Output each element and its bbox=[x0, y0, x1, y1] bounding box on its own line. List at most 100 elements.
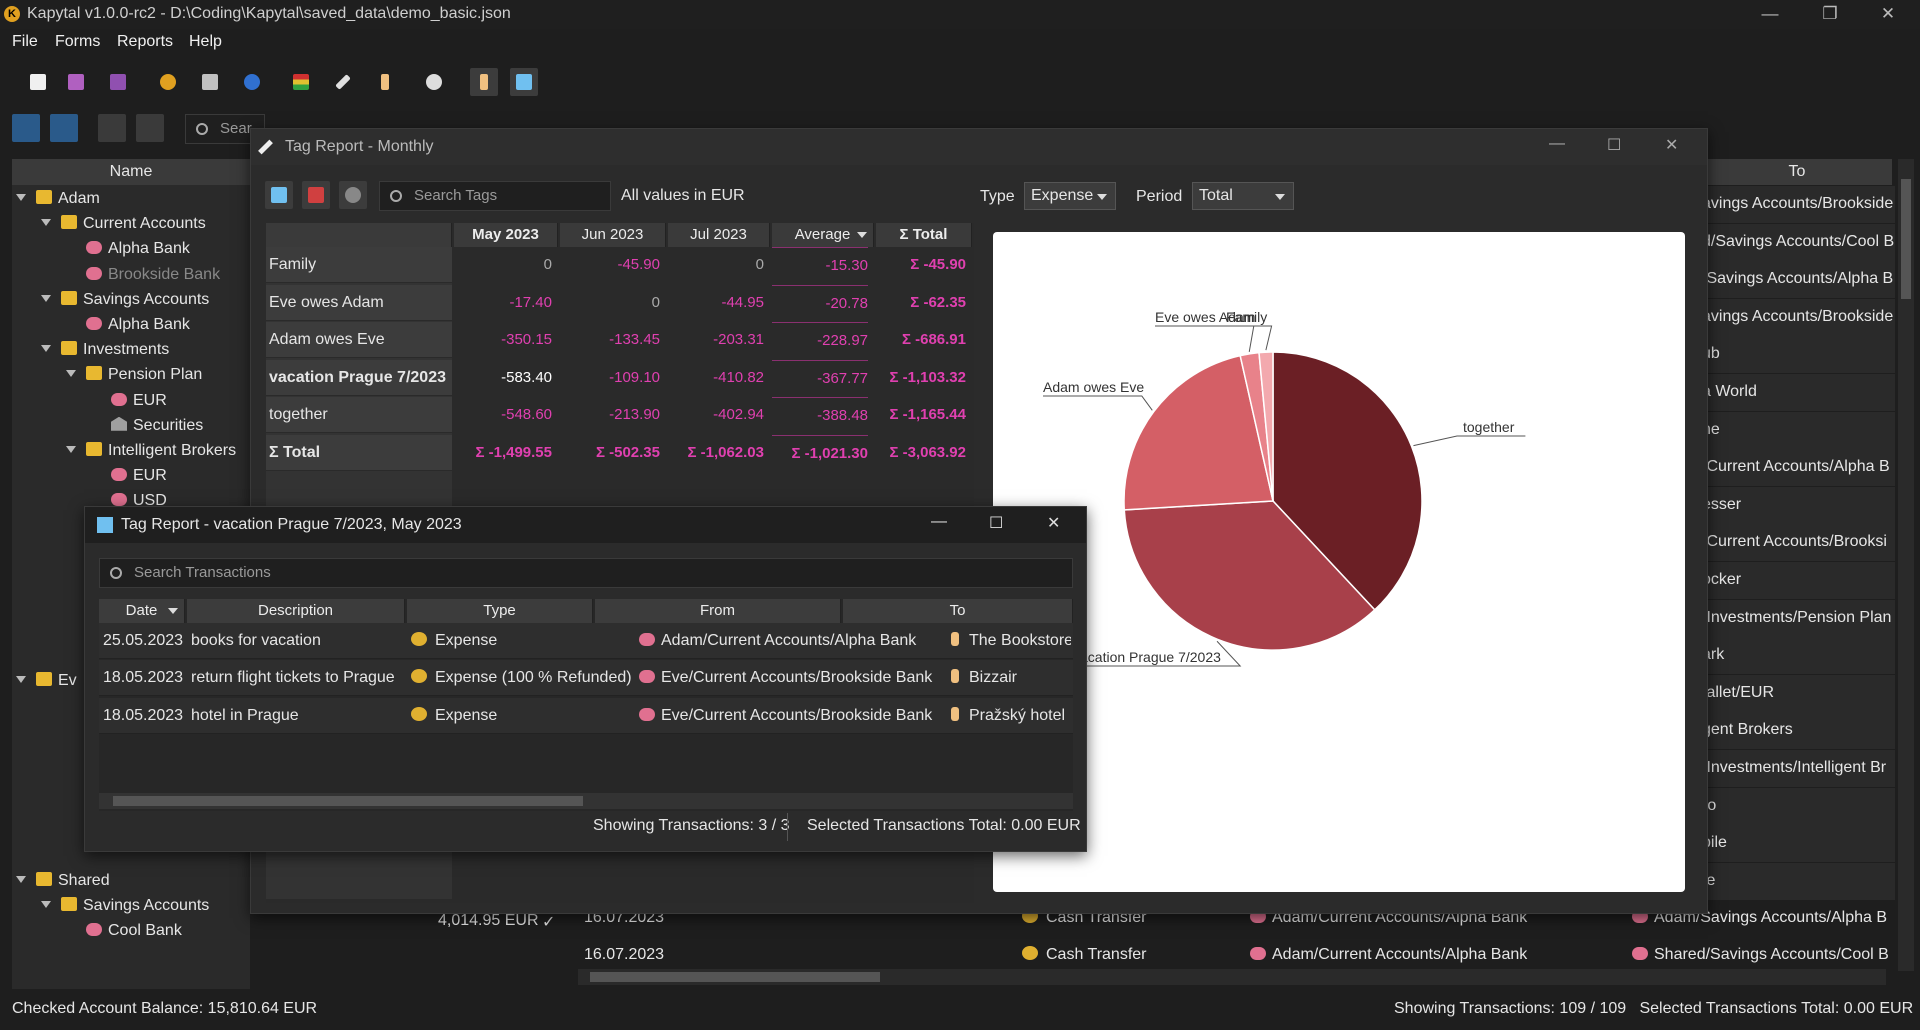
close-icon[interactable]: ✕ bbox=[1047, 513, 1060, 533]
to-cell[interactable]: bile bbox=[1700, 825, 1895, 864]
maximize-icon[interactable]: ☐ bbox=[1607, 135, 1621, 155]
chevron-down-icon[interactable] bbox=[16, 676, 26, 683]
tree-item[interactable]: Shared bbox=[16, 869, 110, 893]
column-header-1[interactable]: Jun 2023 bbox=[560, 223, 666, 247]
detail-col-1[interactable]: Description bbox=[187, 599, 405, 623]
chevron-down-icon[interactable] bbox=[41, 901, 51, 908]
value-cell[interactable]: -15.30 bbox=[772, 247, 868, 283]
sort-down-icon[interactable] bbox=[168, 608, 178, 614]
to-cell[interactable]: ark bbox=[1700, 637, 1895, 676]
value-cell[interactable]: 0 bbox=[668, 247, 764, 283]
value-cell[interactable]: Σ -502.35 bbox=[560, 435, 660, 471]
value-cell[interactable]: -133.45 bbox=[560, 322, 660, 358]
value-cell[interactable]: -44.95 bbox=[668, 285, 764, 321]
tree-item[interactable]: Securities bbox=[91, 414, 203, 438]
chevron-down-icon[interactable] bbox=[41, 219, 51, 227]
value-cell[interactable]: Σ -1,062.03 bbox=[668, 435, 764, 471]
value-cell[interactable]: -109.10 bbox=[560, 360, 660, 396]
person-view-icon[interactable] bbox=[470, 68, 498, 96]
to-cell[interactable]: /Savings Accounts/Alpha B bbox=[1700, 261, 1895, 300]
tree-item[interactable]: EUR bbox=[91, 464, 167, 488]
right-scrollbar[interactable] bbox=[1898, 159, 1914, 971]
tree-item[interactable]: Cool Bank bbox=[66, 919, 182, 943]
chevron-down-icon[interactable] bbox=[41, 345, 51, 353]
sort-down-icon[interactable] bbox=[857, 232, 867, 238]
tag-icon[interactable] bbox=[329, 68, 357, 96]
to-cell[interactable]: Shared/Savings Accounts/Cool B bbox=[1632, 940, 1889, 970]
chevron-down-icon[interactable] bbox=[16, 876, 26, 883]
tree-item[interactable]: Investments bbox=[41, 338, 169, 362]
save-as-icon[interactable] bbox=[104, 68, 132, 96]
tree-item[interactable]: Current Accounts bbox=[41, 212, 206, 236]
to-column-header[interactable]: To bbox=[1702, 159, 1892, 185]
row-header[interactable]: Eve owes Adam bbox=[266, 284, 452, 321]
minimize-icon[interactable]: — bbox=[1750, 4, 1790, 24]
to-cell[interactable]: gent Brokers bbox=[1700, 712, 1895, 751]
value-cell[interactable]: Σ -1,021.30 bbox=[772, 435, 868, 471]
to-cell[interactable]: /Investments/Pension Plan bbox=[1700, 599, 1895, 638]
value-cell[interactable]: -410.82 bbox=[668, 360, 764, 396]
value-cell[interactable]: -548.60 bbox=[454, 397, 552, 433]
value-cell[interactable]: -583.40 bbox=[454, 360, 552, 396]
value-cell[interactable]: 0 bbox=[454, 247, 552, 283]
tree-item[interactable]: Intelligent Brokers bbox=[66, 439, 236, 463]
value-cell[interactable]: -213.90 bbox=[560, 397, 660, 433]
transaction-row[interactable]: 18.05.2023 hotel in Prague Expense Eve/Curr… bbox=[99, 697, 1073, 734]
menu-forms[interactable]: Forms bbox=[55, 33, 100, 51]
value-cell[interactable]: -45.90 bbox=[560, 247, 660, 283]
tree-item[interactable]: Savings Accounts bbox=[41, 288, 209, 312]
date-cell[interactable]: 16.07.2023 bbox=[584, 940, 664, 970]
row-header[interactable]: Family bbox=[266, 247, 452, 283]
to-cell[interactable]: /Current Accounts/Alpha B bbox=[1700, 449, 1895, 488]
value-cell[interactable]: Σ -3,063.92 bbox=[876, 435, 966, 471]
column-header-4[interactable]: Σ Total bbox=[876, 223, 972, 247]
value-cell[interactable]: -367.77 bbox=[772, 359, 868, 396]
restore-icon[interactable]: ❐ bbox=[1810, 4, 1850, 24]
detail-col-3[interactable]: From bbox=[595, 599, 841, 623]
row-header[interactable]: Σ Total bbox=[266, 435, 452, 471]
close-icon[interactable]: ✕ bbox=[1868, 4, 1908, 24]
chevron-down-icon[interactable] bbox=[16, 194, 26, 201]
tree-item[interactable]: Pension Plan bbox=[66, 363, 202, 387]
tree-item[interactable]: Ev bbox=[16, 669, 77, 693]
tree-item[interactable]: Savings Accounts bbox=[41, 894, 209, 918]
to-cell[interactable]: a World bbox=[1700, 374, 1895, 412]
period-dropdown[interactable]: Total bbox=[1192, 182, 1294, 210]
tree-item[interactable]: Brookside Bank bbox=[66, 263, 220, 287]
to-cell[interactable]: avings Accounts/Brookside bbox=[1700, 186, 1895, 224]
to-cell[interactable]: /Investments/Intelligent Br bbox=[1700, 750, 1895, 788]
chevron-down-icon[interactable] bbox=[41, 294, 51, 302]
row-header[interactable]: vacation Prague 7/2023 bbox=[266, 359, 452, 396]
expand-all-icon[interactable] bbox=[12, 114, 40, 142]
column-header-0[interactable]: May 2023 bbox=[454, 223, 558, 247]
chevron-down-icon[interactable] bbox=[66, 446, 76, 453]
card-icon[interactable] bbox=[196, 68, 224, 96]
person-icon[interactable] bbox=[371, 68, 399, 96]
tree-item[interactable]: Adam bbox=[16, 187, 100, 211]
chevron-down-icon[interactable] bbox=[66, 370, 76, 378]
value-cell[interactable]: Σ -62.35 bbox=[876, 285, 966, 321]
value-cell[interactable]: -402.94 bbox=[668, 397, 764, 433]
column-header-2[interactable]: Jul 2023 bbox=[668, 223, 770, 247]
calendar-icon[interactable] bbox=[265, 181, 293, 209]
maximize-icon[interactable]: ☐ bbox=[989, 513, 1003, 533]
refresh-icon[interactable] bbox=[339, 181, 367, 209]
tree-header[interactable]: Name bbox=[12, 159, 250, 185]
value-cell[interactable]: Σ -686.91 bbox=[876, 322, 966, 358]
minimize-icon[interactable]: — bbox=[931, 513, 947, 531]
paste-icon[interactable] bbox=[136, 114, 164, 142]
save-icon[interactable] bbox=[62, 68, 90, 96]
new-file-icon[interactable] bbox=[24, 68, 52, 96]
to-cell[interactable]: d/Savings Accounts/Cool B bbox=[1700, 223, 1895, 262]
detail-col-4[interactable]: To bbox=[843, 599, 1073, 623]
row-header[interactable]: together bbox=[266, 397, 452, 434]
to-cell[interactable]: /Current Accounts/Brooksi bbox=[1700, 524, 1895, 563]
category-icon[interactable] bbox=[287, 68, 315, 96]
detail-hscrollbar[interactable] bbox=[99, 793, 1073, 809]
to-cell[interactable]: avings Accounts/Brookside bbox=[1700, 298, 1895, 337]
type-cell[interactable]: Cash Transfer bbox=[1022, 940, 1146, 970]
minimize-icon[interactable]: — bbox=[1549, 135, 1565, 153]
settings-gear-icon[interactable] bbox=[420, 68, 448, 96]
tree-item[interactable]: Alpha Bank bbox=[66, 237, 190, 261]
column-header-3[interactable]: Average bbox=[772, 223, 874, 247]
